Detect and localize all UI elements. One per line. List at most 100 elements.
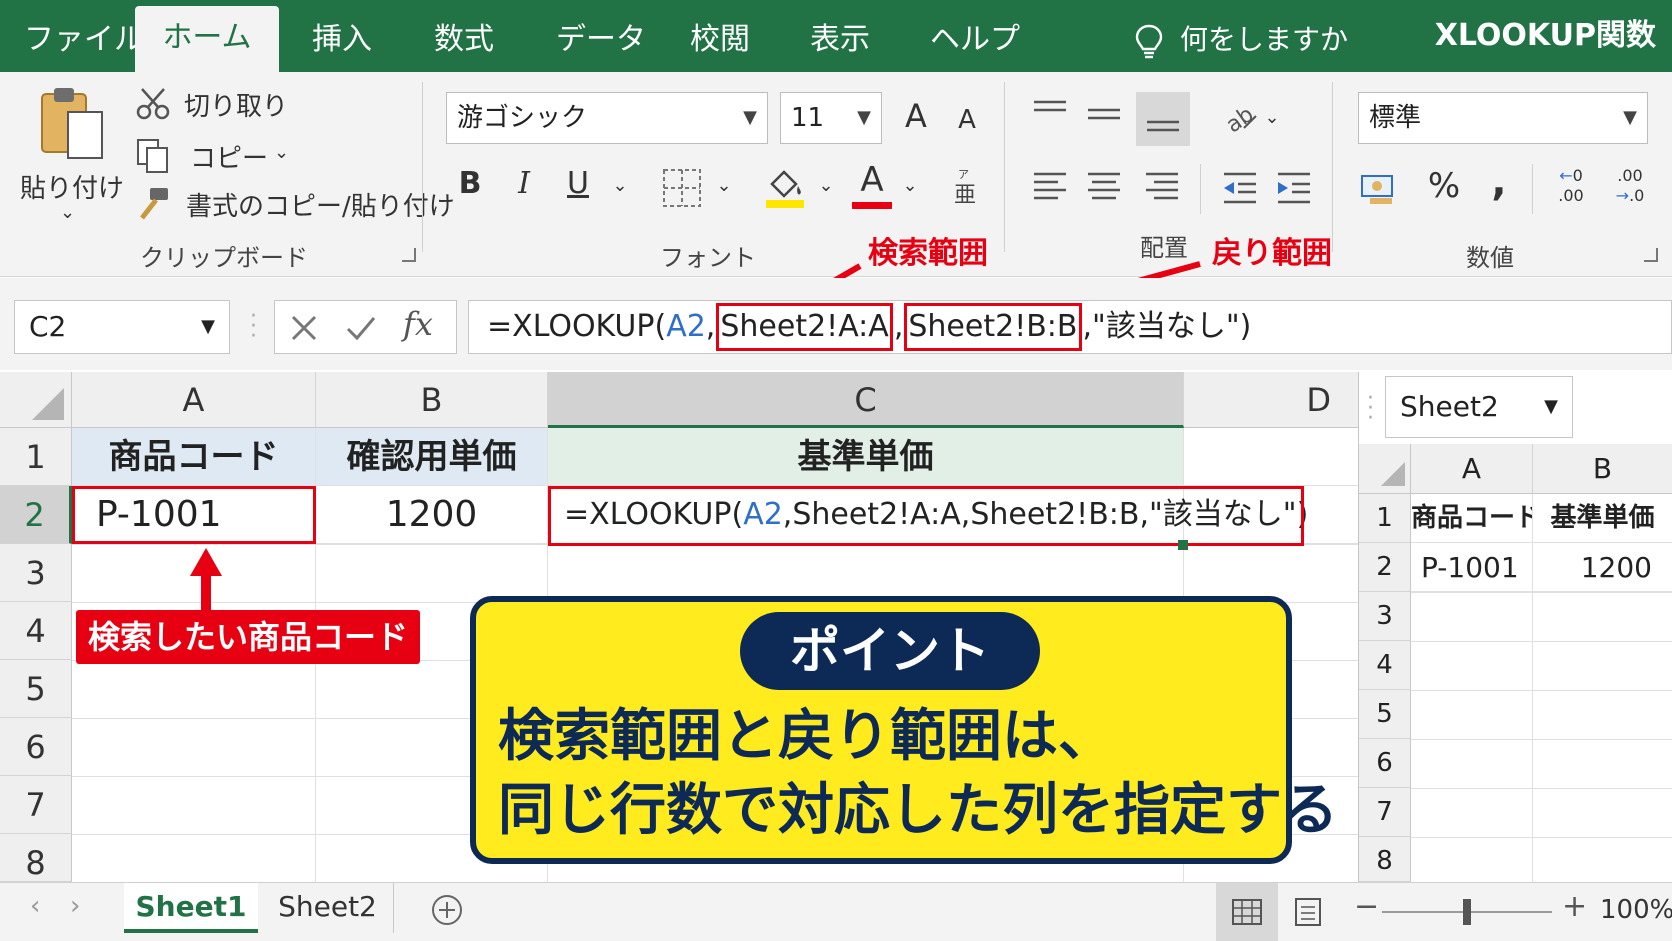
cell-d1[interactable]: [1184, 428, 1360, 486]
align-right-icon[interactable]: [1142, 170, 1182, 206]
tab-file[interactable]: ファイル: [24, 14, 144, 70]
zoom-level[interactable]: 100%: [1600, 895, 1672, 925]
select-all-corner[interactable]: [0, 372, 72, 428]
column-header-d[interactable]: D: [1184, 372, 1360, 428]
copy-button[interactable]: コピー: [190, 138, 268, 175]
tab-insert[interactable]: 挿入: [312, 14, 372, 70]
paste-button[interactable]: 貼り付け: [20, 168, 124, 205]
preview-column-header-a[interactable]: A: [1411, 444, 1533, 494]
preview-row-header-5[interactable]: 5: [1359, 690, 1411, 739]
row-header-1[interactable]: 1: [0, 428, 72, 486]
add-sheet-plus-icon[interactable]: [430, 893, 464, 927]
zoom-in-button[interactable]: +: [1562, 889, 1587, 924]
tab-formulas[interactable]: 数式: [434, 14, 494, 70]
name-box[interactable]: C2 ▼: [14, 300, 230, 354]
formula-input[interactable]: =XLOOKUP(A2, Sheet2!A:A, Sheet2!B:B ,"該当なし"…: [468, 300, 1672, 354]
row-header-4[interactable]: 4: [0, 602, 72, 660]
column-header-b[interactable]: B: [316, 372, 548, 428]
cell-c1[interactable]: 基準単価: [548, 428, 1184, 486]
pane-grip-icon[interactable]: · · ·: [1367, 388, 1374, 430]
article-title-xlookup: XLOOKUP関数: [1434, 18, 1656, 53]
tab-help[interactable]: ヘルプ: [930, 14, 1020, 70]
align-center-icon[interactable]: [1084, 170, 1124, 206]
cut-button[interactable]: 切り取り: [184, 86, 288, 123]
tab-home[interactable]: ホーム: [135, 6, 279, 72]
scroll-right-icon[interactable]: ›: [70, 891, 80, 921]
column-header-c[interactable]: C: [548, 372, 1184, 428]
insert-function-fx-icon[interactable]: fx: [403, 305, 433, 343]
tab-review[interactable]: 校閲: [690, 14, 750, 70]
fill-color-dropdown-chevron-icon[interactable]: ⌄: [814, 166, 838, 206]
grow-font-icon[interactable]: A: [898, 96, 934, 136]
preview-row-header-8[interactable]: 8: [1359, 837, 1411, 882]
normal-view-button[interactable]: [1216, 883, 1278, 941]
copy-dropdown-chevron-icon[interactable]: ⌄: [274, 138, 289, 168]
row-header-8[interactable]: 8: [0, 834, 72, 882]
preview-row-header-3[interactable]: 3: [1359, 592, 1411, 641]
row-header-2[interactable]: 2: [0, 486, 72, 544]
paste-icon[interactable]: [38, 84, 108, 164]
preview-row-header-4[interactable]: 4: [1359, 641, 1411, 690]
accounting-format-icon[interactable]: [1360, 170, 1396, 206]
preview-row-header-7[interactable]: 7: [1359, 788, 1411, 837]
row-header-7[interactable]: 7: [0, 776, 72, 834]
preview-column-header-b[interactable]: B: [1533, 444, 1672, 494]
preview-sheet-select[interactable]: Sheet2 ▼: [1385, 376, 1573, 438]
align-bottom-button[interactable]: [1136, 92, 1190, 146]
italic-button[interactable]: I: [506, 164, 542, 204]
row-header-5[interactable]: 5: [0, 660, 72, 718]
number-dialog-launcher-icon[interactable]: [1644, 248, 1658, 262]
align-left-icon[interactable]: [1030, 170, 1070, 206]
sheet-tab-sheet2[interactable]: Sheet2: [262, 883, 394, 933]
cell-b2[interactable]: 1200: [316, 486, 548, 544]
paste-dropdown-chevron-icon[interactable]: ⌄: [60, 202, 75, 223]
decrease-indent-icon[interactable]: [1220, 170, 1260, 206]
borders-dropdown-chevron-icon[interactable]: ⌄: [712, 166, 736, 206]
font-color-dropdown-chevron-icon[interactable]: ⌄: [898, 166, 922, 206]
comma-style-button[interactable]: ,: [1484, 162, 1514, 202]
cell-a1[interactable]: 商品コード: [72, 428, 316, 486]
shrink-font-icon[interactable]: A: [950, 100, 984, 140]
align-middle-icon[interactable]: [1084, 98, 1124, 132]
phonetic-guide-icon[interactable]: ア 亜: [950, 166, 980, 206]
align-top-icon[interactable]: [1030, 98, 1070, 132]
cell-b1[interactable]: 確認用単価: [316, 428, 548, 486]
orientation-icon[interactable]: ab: [1222, 98, 1258, 134]
decrease-decimal-button[interactable]: .00 →.0: [1606, 166, 1654, 206]
zoom-slider-thumb[interactable]: [1463, 899, 1471, 925]
preview-select-all-corner[interactable]: [1359, 444, 1411, 494]
clipboard-dialog-launcher-icon[interactable]: [402, 248, 416, 262]
format-painter-button[interactable]: 書式のコピー/貼り付け: [186, 186, 455, 223]
tell-me-search[interactable]: 何をしますか: [1180, 14, 1348, 70]
fill-color-icon[interactable]: [764, 164, 806, 210]
font-name-select[interactable]: 游ゴシック ▼: [446, 92, 768, 144]
borders-icon[interactable]: [662, 168, 702, 208]
page-layout-view-icon[interactable]: [1294, 897, 1322, 927]
preview-row-header-6[interactable]: 6: [1359, 739, 1411, 788]
preview-row-header-2[interactable]: 2: [1359, 543, 1411, 592]
sheet-tab-sheet1[interactable]: Sheet1: [124, 883, 258, 933]
preview-cell-b2: 1200: [1533, 543, 1672, 592]
fill-handle[interactable]: [1178, 540, 1188, 550]
increase-indent-icon[interactable]: [1274, 170, 1314, 206]
number-format-select[interactable]: 標準 ▼: [1358, 92, 1648, 144]
scroll-left-icon[interactable]: ‹: [30, 891, 40, 921]
zoom-out-button[interactable]: −: [1354, 889, 1379, 924]
orientation-dropdown-chevron-icon[interactable]: ⌄: [1262, 98, 1282, 138]
enter-check-icon[interactable]: [345, 313, 377, 343]
row-header-3[interactable]: 3: [0, 544, 72, 602]
tab-data[interactable]: データ: [556, 14, 646, 70]
font-size-select[interactable]: 11 ▼: [780, 92, 882, 144]
row-header-6[interactable]: 6: [0, 718, 72, 776]
cancel-x-icon[interactable]: [289, 313, 319, 343]
tab-view[interactable]: 表示: [810, 14, 870, 70]
preview-row-header-1[interactable]: 1: [1359, 494, 1411, 543]
column-header-a[interactable]: A: [72, 372, 316, 428]
formula-bar-grip-icon[interactable]: · · ·: [250, 306, 257, 348]
underline-dropdown-chevron-icon[interactable]: ⌄: [608, 166, 632, 206]
percent-style-button[interactable]: %: [1424, 166, 1464, 206]
increase-decimal-button[interactable]: ←0 .00: [1548, 166, 1594, 206]
font-color-icon[interactable]: A: [852, 160, 892, 200]
bold-button[interactable]: B: [452, 164, 488, 204]
underline-button[interactable]: U: [560, 164, 596, 204]
